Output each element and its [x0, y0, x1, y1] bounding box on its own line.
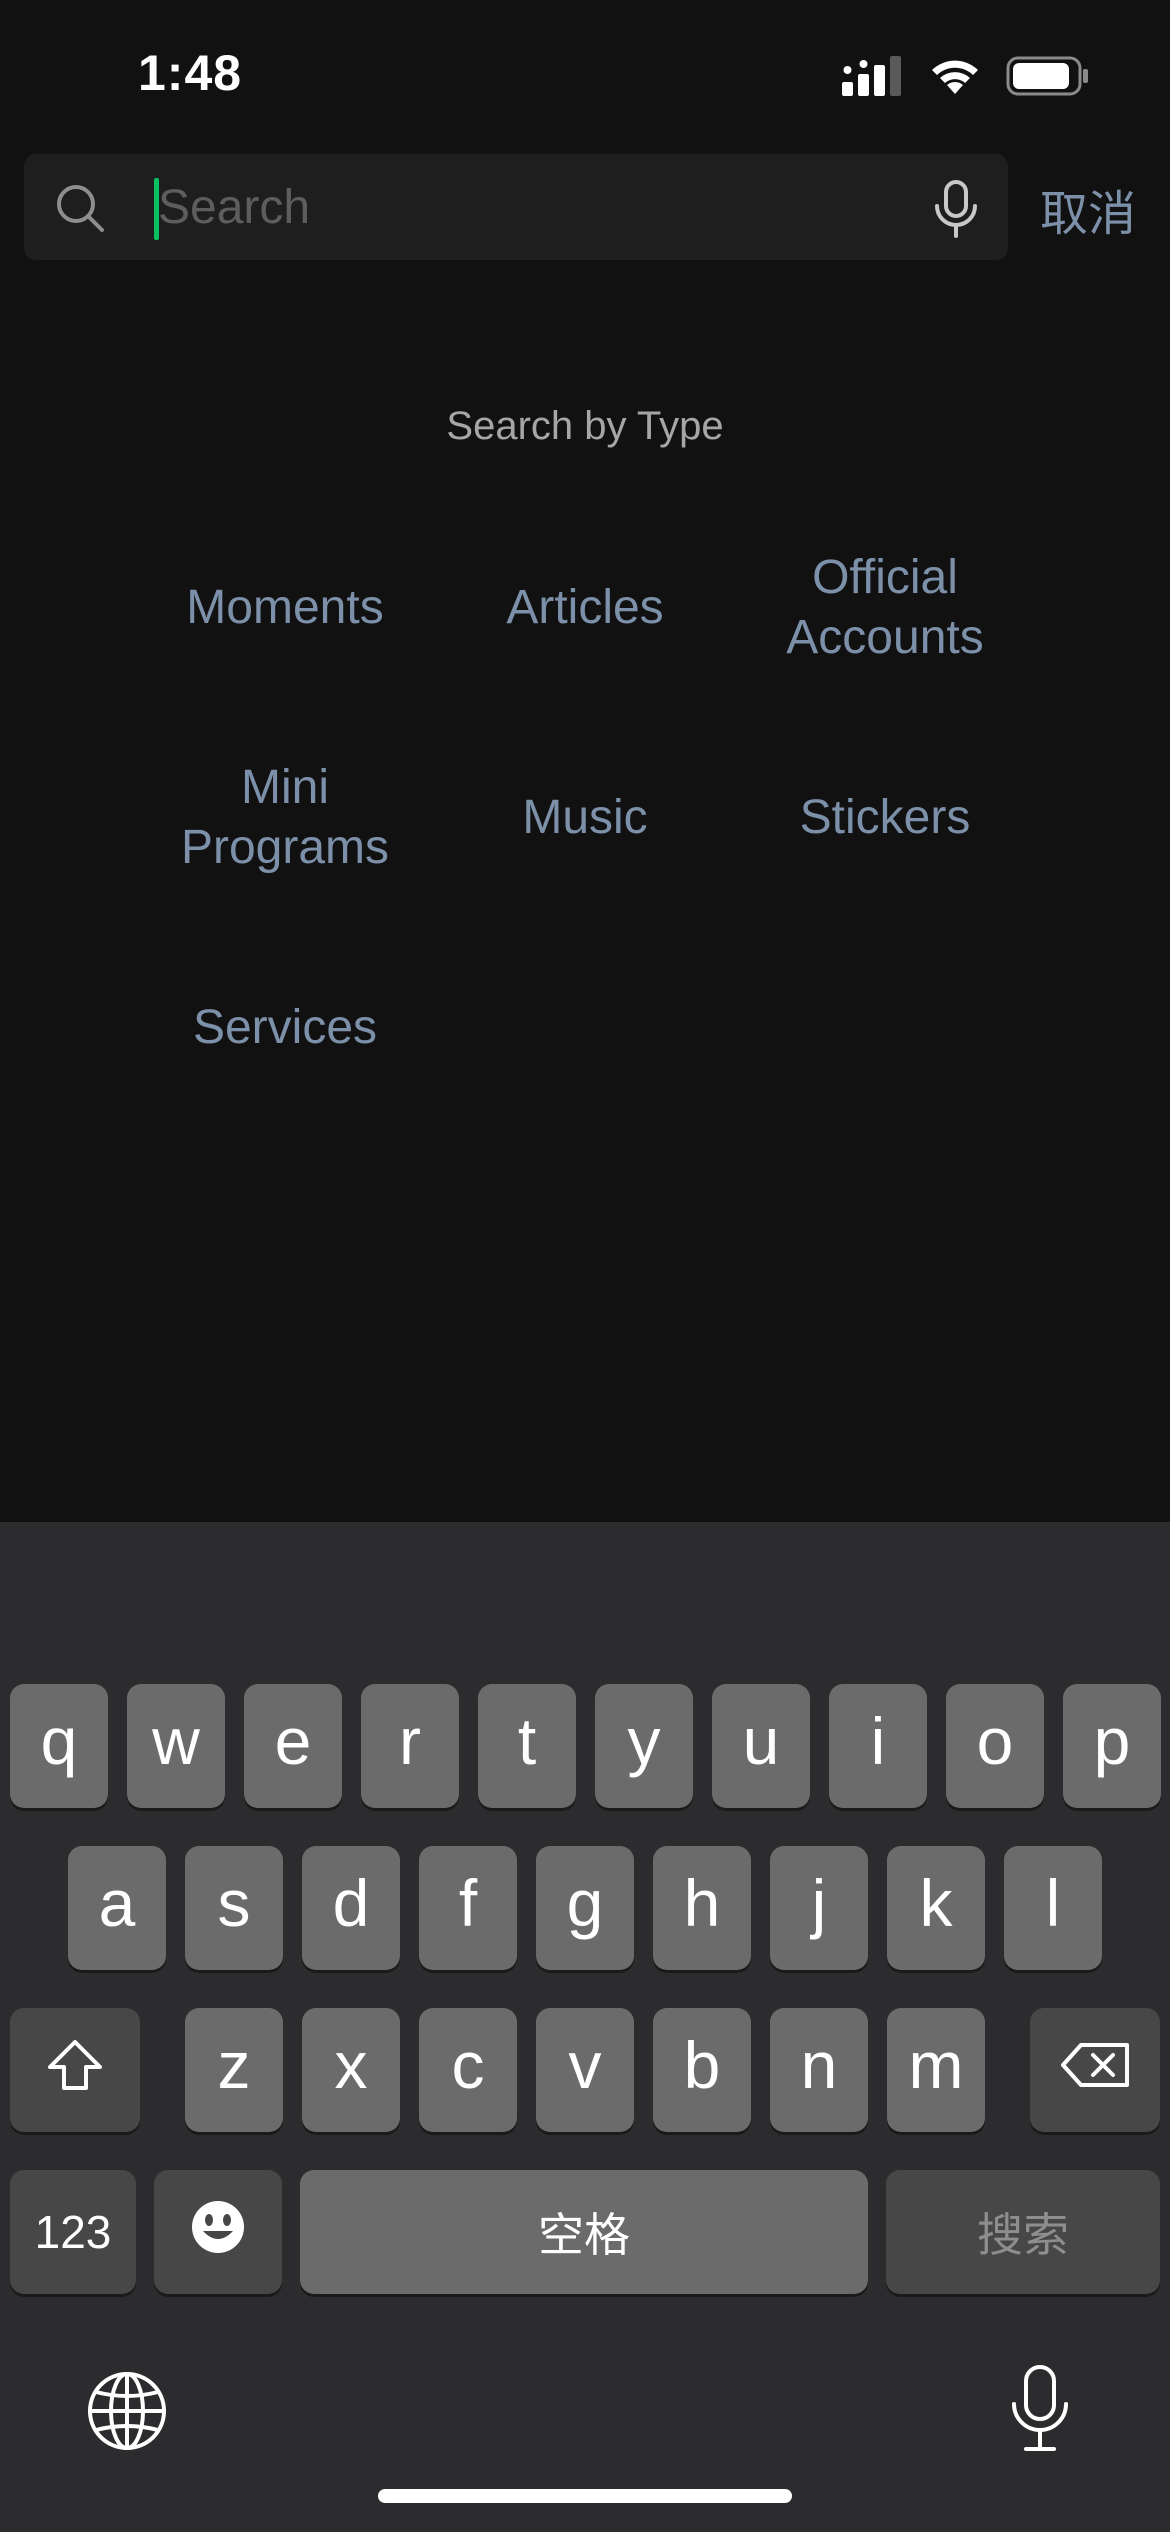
dictation-mic-icon[interactable] [1008, 2364, 1072, 2454]
key-b[interactable]: b [653, 2008, 751, 2132]
key-e[interactable]: e [244, 1684, 342, 1808]
search-type-official-accounts[interactable]: Official Accounts [735, 548, 1035, 668]
key-j[interactable]: j [770, 1846, 868, 1970]
emoji-icon [192, 2201, 244, 2253]
key-n[interactable]: n [770, 2008, 868, 2132]
key-g[interactable]: g [536, 1846, 634, 1970]
search-input[interactable] [132, 154, 922, 260]
globe-icon[interactable] [86, 2370, 168, 2452]
key-d[interactable]: d [302, 1846, 400, 1970]
key-u[interactable]: u [712, 1684, 810, 1808]
search-by-type-title: Search by Type [446, 404, 724, 448]
backspace-key[interactable] [1030, 2008, 1160, 2132]
backspace-icon [1061, 2043, 1129, 2087]
microphone-icon[interactable] [932, 180, 980, 238]
battery-icon [1006, 56, 1088, 96]
key-h[interactable]: h [653, 1846, 751, 1970]
search-type-articles[interactable]: Articles [435, 578, 735, 638]
search-type-services[interactable]: Services [135, 998, 435, 1058]
key-p[interactable]: p [1063, 1684, 1161, 1808]
key-q[interactable]: q [10, 1684, 108, 1808]
search-type-stickers[interactable]: Stickers [735, 788, 1035, 848]
search-type-mini-programs[interactable]: Mini Programs [135, 758, 435, 878]
home-indicator[interactable] [378, 2489, 792, 2503]
search-icon [57, 185, 104, 232]
key-z[interactable]: z [185, 2008, 283, 2132]
search-type-moments[interactable]: Moments [135, 578, 435, 638]
key-i[interactable]: i [829, 1684, 927, 1808]
search-box[interactable] [24, 154, 1008, 260]
emoji-key[interactable] [154, 2170, 282, 2294]
cellular-signal-icon [842, 56, 901, 96]
key-t[interactable]: t [478, 1684, 576, 1808]
search-key[interactable]: 搜索 [886, 2170, 1160, 2294]
search-type-music[interactable]: Music [435, 788, 735, 848]
key-a[interactable]: a [68, 1846, 166, 1970]
numbers-key[interactable]: 123 [10, 2170, 136, 2294]
key-f[interactable]: f [419, 1846, 517, 1970]
cancel-button[interactable]: 取消 [1040, 174, 1136, 244]
shift-icon [48, 2040, 102, 2090]
key-w[interactable]: w [127, 1684, 225, 1808]
key-k[interactable]: k [887, 1846, 985, 1970]
key-o[interactable]: o [946, 1684, 1044, 1808]
wifi-icon [932, 60, 978, 94]
keyboard: q w e r t y u i o p a s d f g h j k l z … [0, 1522, 1170, 2532]
status-bar: 1:48 [0, 0, 1170, 150]
key-x[interactable]: x [302, 2008, 400, 2132]
key-s[interactable]: s [185, 1846, 283, 1970]
key-y[interactable]: y [595, 1684, 693, 1808]
space-key[interactable]: 空格 [300, 2170, 868, 2294]
text-cursor [154, 178, 159, 240]
status-icons [842, 56, 1090, 96]
key-v[interactable]: v [536, 2008, 634, 2132]
key-r[interactable]: r [361, 1684, 459, 1808]
status-time: 1:48 [138, 45, 243, 101]
shift-key[interactable] [10, 2008, 140, 2132]
search-header: 取消 [0, 150, 1170, 260]
key-c[interactable]: c [419, 2008, 517, 2132]
key-l[interactable]: l [1004, 1846, 1102, 1970]
key-m[interactable]: m [887, 2008, 985, 2132]
